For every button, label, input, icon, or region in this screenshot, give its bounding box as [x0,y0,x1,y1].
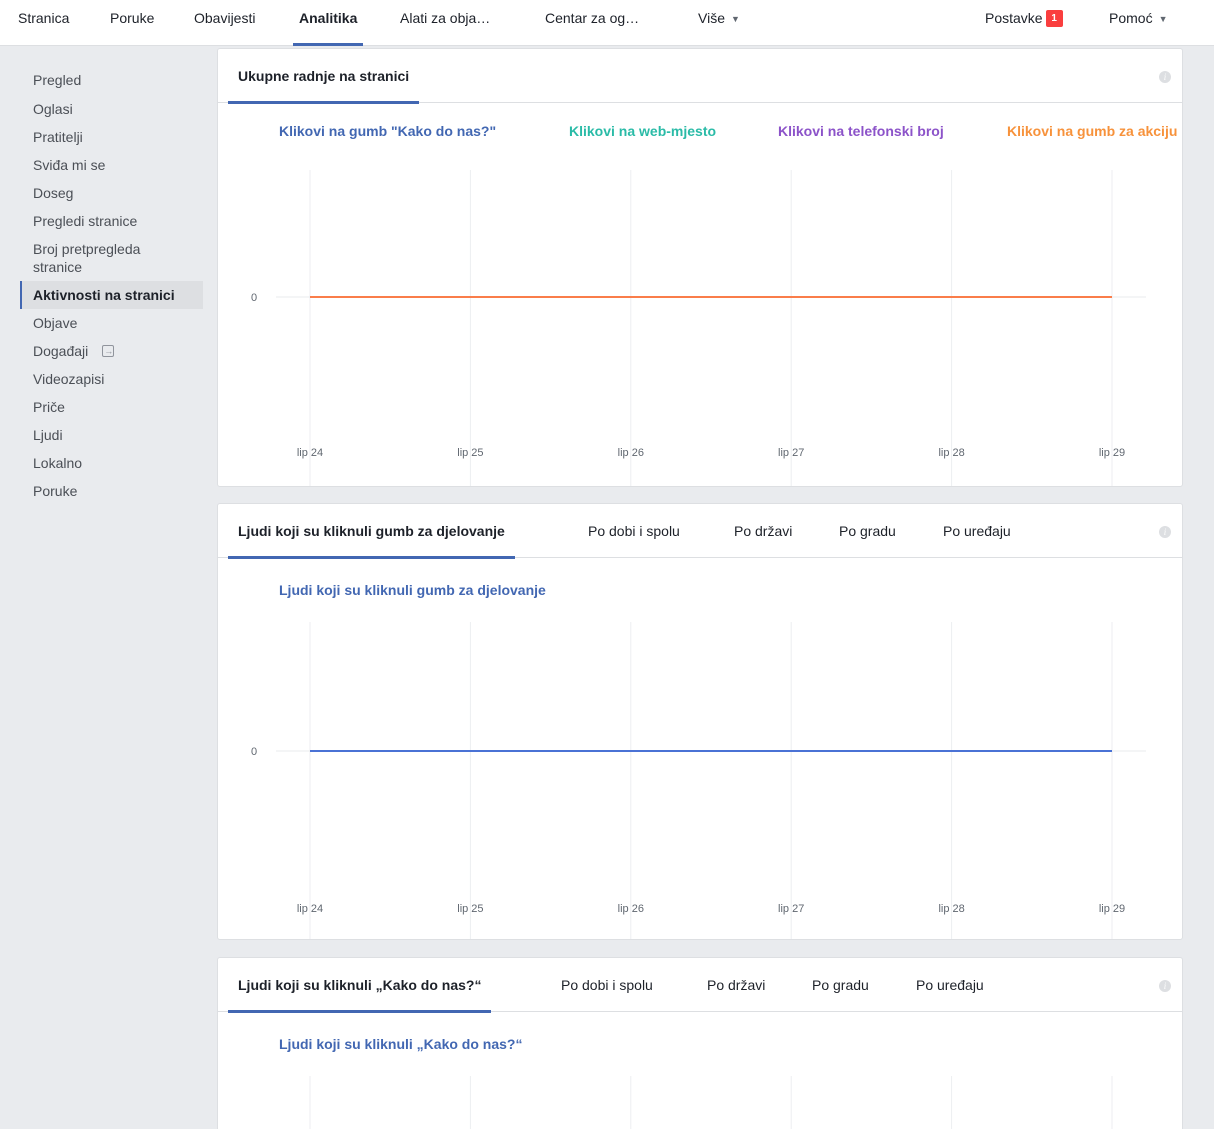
chevron-down-icon: ▼ [1158,13,1168,24]
tab-total-page-actions[interactable]: Ukupne radnje na stranici [227,49,420,104]
sidebar-item-label: Oglasi [33,101,73,117]
x-tick-label: lip 26 [618,903,644,915]
nav-more-menu[interactable]: Više ▼ [698,0,740,46]
sidebar-item-label: Događaji [33,343,89,359]
tab-device[interactable]: Po uređaju [943,504,1011,558]
x-tick-label: lip 28 [938,903,964,915]
action-button-card: Ljudi koji su kliknuli gumb za djelovanj… [217,503,1183,940]
sidebar-item-label: Ljudi [33,427,63,443]
x-tick-label: lip 29 [1099,447,1125,459]
nav-tab-publishing-tools[interactable]: Alati za obja… [400,0,490,46]
directions-chart: Ljudi koji su kliknuli „Kako do nas?“ [218,1012,1182,1129]
gridlines-svg [309,1076,1113,1129]
top-navigation: Stranica Poruke Obavijesti Analitika Ala… [0,0,1214,46]
sidebar-item-label: Sviđa mi se [33,157,106,173]
external-link-icon [102,342,115,360]
tab-age-gender[interactable]: Po dobi i spolu [588,504,680,558]
tab-device[interactable]: Po uređaju [916,958,984,1012]
nav-tab-page[interactable]: Stranica [18,0,69,46]
x-tick-label: lip 28 [938,447,964,459]
nav-tab-notifications[interactable]: Obavijesti [194,0,255,46]
x-tick-label: lip 24 [297,903,323,915]
page-actions-chart: Klikovi na gumb "Kako do nas?" Klikovi n… [218,103,1182,486]
tab-country[interactable]: Po državi [707,958,765,1012]
sidebar-item-page-actions[interactable]: Aktivnosti na stranici [20,281,203,309]
sidebar-item-posts[interactable]: Objave [20,309,203,337]
sidebar-item-likes[interactable]: Sviđa mi se [20,151,203,179]
info-icon[interactable]: i [1159,526,1171,538]
x-tick-label: lip 27 [778,903,804,915]
notification-badge: 1 [1045,10,1063,27]
tab-directions-clicks[interactable]: Ljudi koji su kliknuli „Kako do nas?“ [227,958,492,1013]
sidebar-item-label: Pregled [33,72,82,88]
sidebar-item-local[interactable]: Lokalno [20,449,203,477]
settings-label: Postavke [985,10,1043,26]
sidebar-item-label: Poruke [33,483,78,499]
y-tick-label: 0 [251,746,257,758]
nav-settings[interactable]: Postavke 1 [985,0,1063,46]
sidebar-item-stories[interactable]: Priče [20,393,203,421]
card-tab-bar: Ljudi koji su kliknuli gumb za djelovanj… [218,504,1182,559]
sidebar-item-messages[interactable]: Poruke [20,477,203,505]
line-chart-svg: 0 lip 24 lip 25 lip 26 lip 27 lip 28 lip 29 [251,622,1146,939]
sidebar-item-people[interactable]: Ljudi [20,421,203,449]
line-chart-svg: 0 lip 24 lip 25 lip 26 lip 27 lip 28 lip 29 [251,170,1146,486]
sidebar-item-ads[interactable]: Oglasi [20,95,203,123]
x-tick-label: lip 26 [618,447,644,459]
chevron-down-icon: ▼ [730,13,740,24]
help-label: Pomoć [1109,10,1153,26]
action-button-chart: Ljudi koji su kliknuli gumb za djelovanj… [218,558,1182,939]
tab-country[interactable]: Po državi [734,504,792,558]
y-tick-label: 0 [251,292,257,304]
x-tick-label: lip 27 [778,447,804,459]
tab-action-button-clicks[interactable]: Ljudi koji su kliknuli gumb za djelovanj… [228,504,515,559]
info-icon[interactable]: i [1159,980,1171,992]
sidebar-item-events[interactable]: Događaji [20,337,203,365]
sidebar-item-label: Objave [33,315,78,331]
nav-tab-messages[interactable]: Poruke [110,0,154,46]
x-tick-label: lip 29 [1099,903,1125,915]
nav-more-label: Više [698,10,725,26]
sidebar-item-overview[interactable]: Pregled [20,66,203,94]
sidebar-item-label: Videozapisi [33,371,105,387]
sidebar-item-label: Aktivnosti na stranici [33,287,175,303]
sidebar-item-label: Pratitelji [33,129,83,145]
nav-tab-insights[interactable]: Analitika [292,0,364,46]
card-tab-bar: Ljudi koji su kliknuli „Kako do nas?“ Po… [218,958,1182,1013]
sidebar-item-videos[interactable]: Videozapisi [20,365,203,393]
sidebar-item-label: Lokalno [33,455,83,471]
sidebar-item-followers[interactable]: Pratitelji [20,123,203,151]
nav-help-menu[interactable]: Pomoć ▼ [1109,0,1168,46]
sidebar-item-label: Doseg [33,185,74,201]
x-tick-label: lip 25 [457,447,483,459]
sidebar-item-label: Pregledi stranice [33,213,138,229]
page-actions-card: Ukupne radnje na stranici i Klikovi na g… [217,48,1183,487]
tab-city[interactable]: Po gradu [839,504,896,558]
nav-tab-ad-center[interactable]: Centar za og… [545,0,639,46]
x-tick-label: lip 24 [297,447,323,459]
info-icon[interactable]: i [1159,71,1171,83]
sidebar-item-reach[interactable]: Doseg [20,179,203,207]
sidebar-item-label: Priče [33,399,65,415]
sidebar-item-label: Broj pretpregleda stranice [33,241,141,275]
tab-age-gender[interactable]: Po dobi i spolu [561,958,653,1012]
tab-city[interactable]: Po gradu [812,958,869,1012]
x-tick-label: lip 25 [457,903,483,915]
sidebar-item-page-previews[interactable]: Broj pretpregleda stranice [20,235,203,281]
card-tab-bar: Ukupne radnje na stranici i [218,49,1182,104]
sidebar-item-page-views[interactable]: Pregledi stranice [20,207,203,235]
directions-card: Ljudi koji su kliknuli „Kako do nas?“ Po… [217,957,1183,1129]
insights-sidebar: Pregled Oglasi Pratitelji Sviđa mi se Do… [20,66,203,505]
